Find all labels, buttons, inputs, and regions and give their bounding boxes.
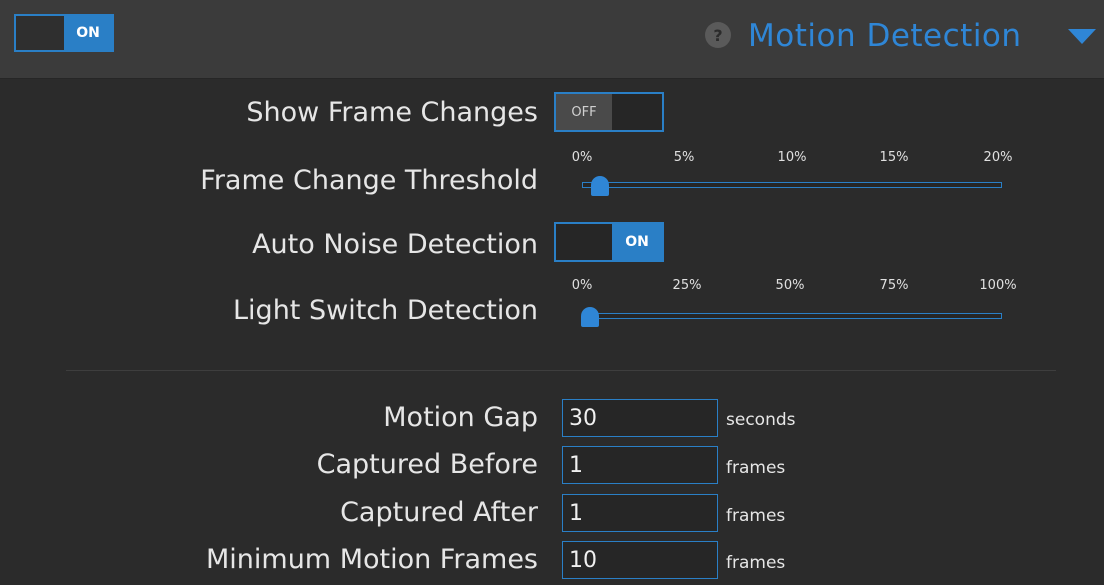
captured-after-input[interactable] <box>562 494 718 532</box>
auto-noise-detection-label: Auto Noise Detection <box>252 229 538 260</box>
minimum-motion-frames-unit: frames <box>726 553 786 573</box>
light-switch-detection-slider-handle[interactable] <box>581 307 599 327</box>
captured-before-input[interactable] <box>562 446 718 484</box>
tick-label: 0% <box>571 150 593 165</box>
tick-label: 50% <box>775 278 805 293</box>
tick-label: 10% <box>777 150 807 165</box>
triangle-down-icon[interactable] <box>1068 29 1096 44</box>
tick-label: 25% <box>672 278 702 293</box>
section-header: ON ? Motion Detection <box>0 0 1104 79</box>
light-switch-detection-ticks: 0% 25% 50% 75% 100% <box>572 278 1032 296</box>
tick-label: 20% <box>983 150 1013 165</box>
captured-after-label: Captured After <box>340 497 538 528</box>
frame-change-threshold-slider-handle[interactable] <box>591 176 610 196</box>
minimum-motion-frames-input[interactable] <box>562 541 718 579</box>
motion-gap-unit: seconds <box>726 410 796 430</box>
tick-label: 15% <box>879 150 909 165</box>
light-switch-detection-label: Light Switch Detection <box>233 295 538 326</box>
show-frame-changes-toggle[interactable]: OFF <box>554 92 664 132</box>
show-frame-changes-label: Show Frame Changes <box>246 97 538 128</box>
tick-label: 100% <box>979 278 1017 293</box>
motion-detection-enable-toggle[interactable]: ON <box>14 14 114 52</box>
captured-after-unit: frames <box>726 506 786 526</box>
motion-gap-input[interactable] <box>562 399 718 437</box>
captured-before-label: Captured Before <box>316 449 538 480</box>
auto-noise-detection-toggle[interactable]: ON <box>554 222 664 262</box>
frame-change-threshold-ticks: 0% 5% 10% 15% 20% <box>572 150 1032 168</box>
section-divider <box>66 370 1056 371</box>
toggle-state-label: ON <box>612 224 662 260</box>
frame-change-threshold-label: Frame Change Threshold <box>200 165 538 196</box>
motion-gap-label: Motion Gap <box>383 402 538 433</box>
light-switch-detection-slider[interactable] <box>582 313 1002 319</box>
tick-label: 75% <box>879 278 909 293</box>
frame-change-threshold-slider[interactable] <box>582 182 1002 188</box>
tick-label: 5% <box>673 150 695 165</box>
minimum-motion-frames-label: Minimum Motion Frames <box>205 544 538 575</box>
section-title[interactable]: Motion Detection <box>748 14 1022 58</box>
tick-label: 0% <box>571 278 593 293</box>
toggle-state-label: OFF <box>556 94 612 130</box>
captured-before-unit: frames <box>726 458 786 478</box>
help-icon[interactable]: ? <box>705 22 731 48</box>
toggle-on-label: ON <box>64 16 112 50</box>
